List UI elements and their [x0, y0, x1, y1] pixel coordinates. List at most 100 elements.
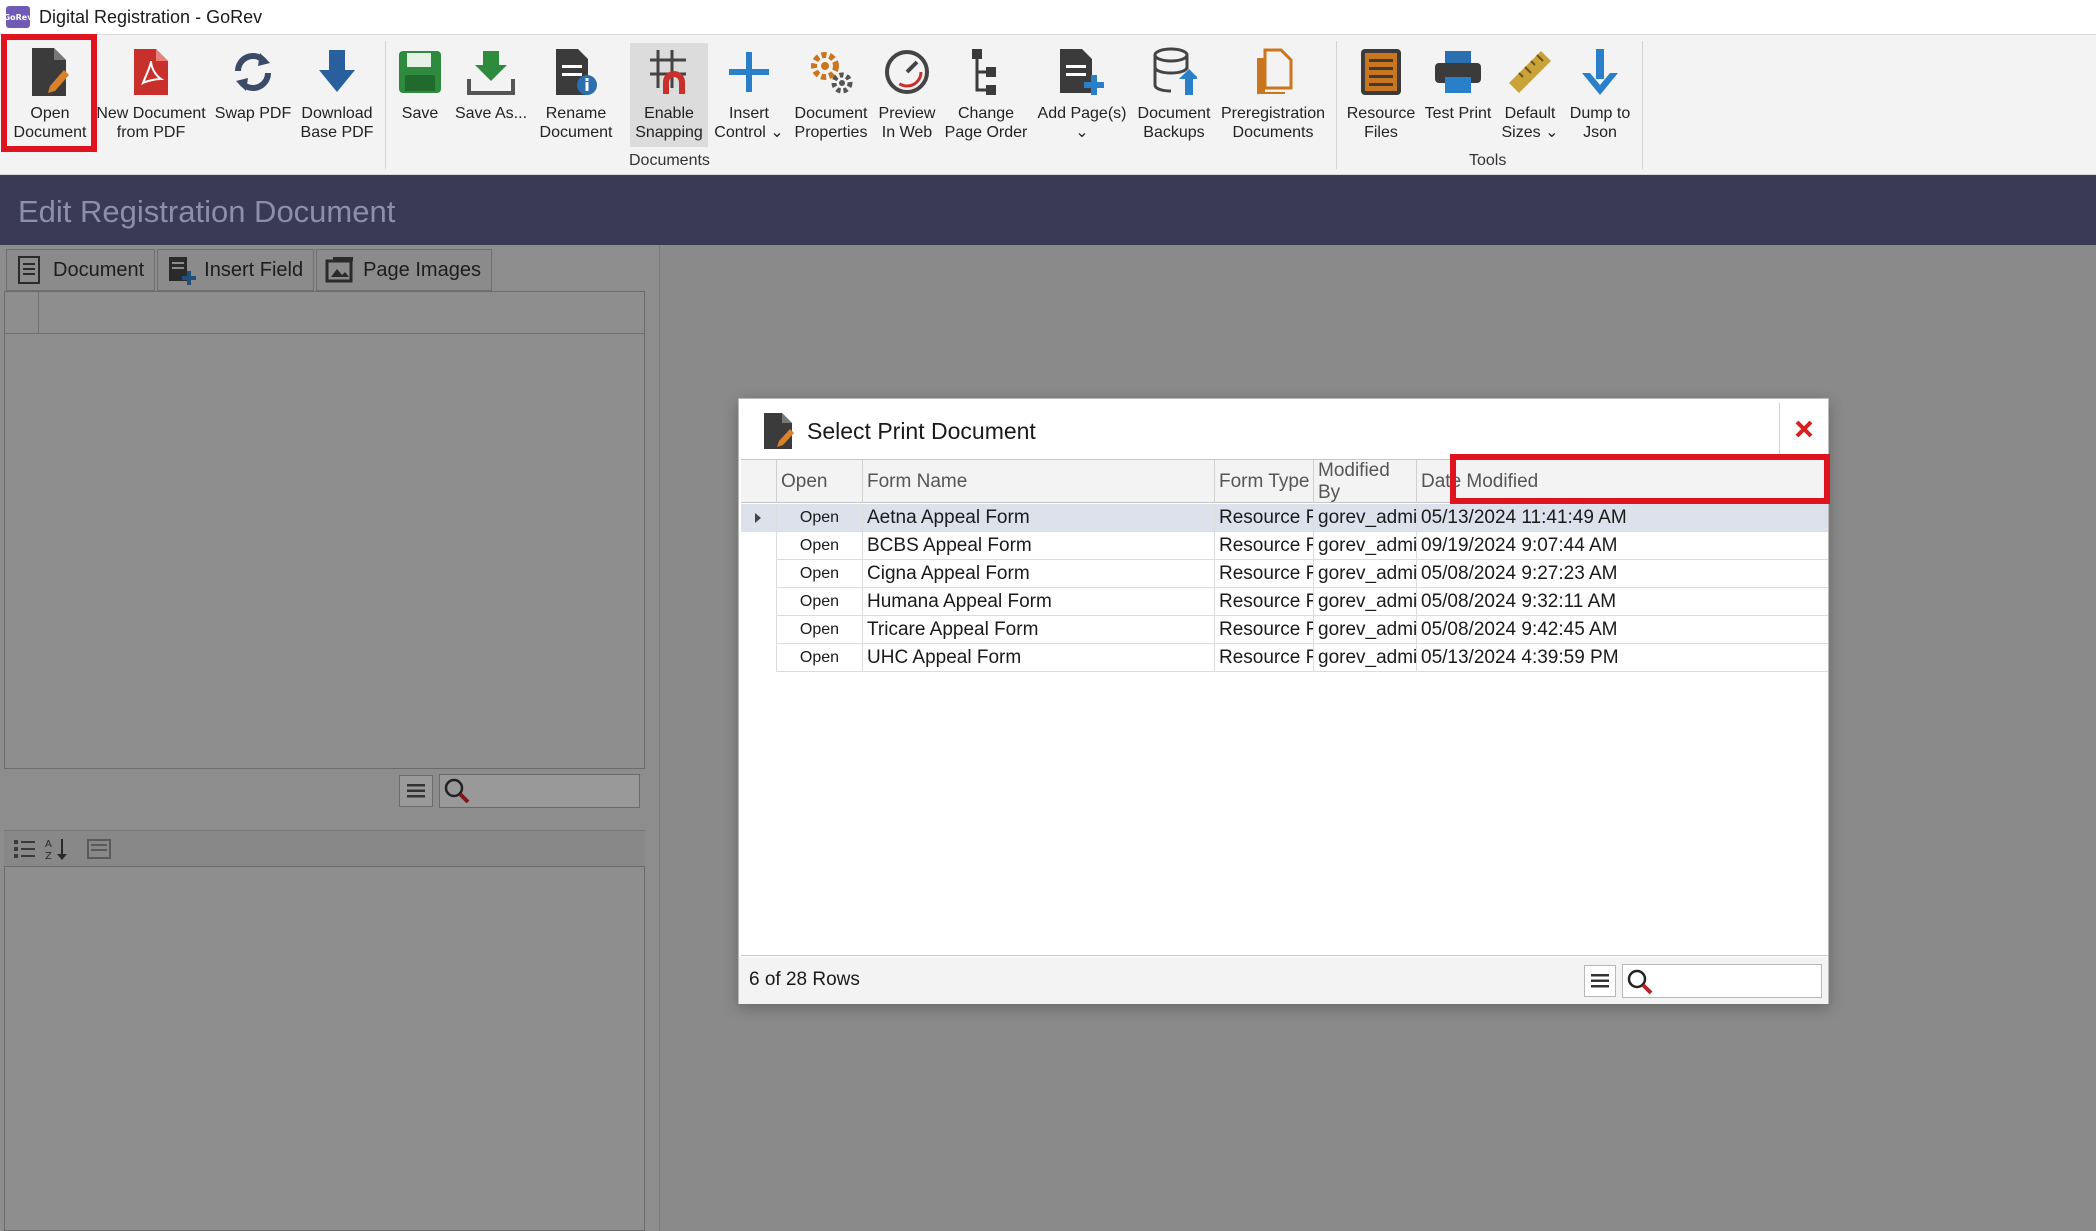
tab-insert-field[interactable]: Insert Field [157, 249, 315, 291]
property-toolbar: AZ [4, 830, 645, 866]
gauge-icon [878, 43, 936, 101]
dump-to-json-button[interactable]: Dump to Json [1566, 43, 1634, 147]
rename-document-button[interactable]: Rename Document [534, 43, 618, 147]
close-icon [1795, 420, 1812, 438]
left-panel-grid [4, 291, 645, 769]
swap-pdf-button[interactable]: Swap PDF [212, 43, 294, 147]
page-title: Edit Registration Document [18, 194, 396, 229]
new-document-from-pdf-button[interactable]: New Document from PDF [96, 43, 206, 147]
form-name-cell: Tricare Appeal Form [862, 616, 1214, 644]
ribbon-group-tools: Tools [1469, 152, 1507, 169]
dialog-title-bar: Select Print Document [761, 411, 1036, 451]
modified-by-cell: gorev_admin [1313, 616, 1416, 644]
resource-files-button[interactable]: Resource Files [1344, 43, 1418, 147]
tab-document[interactable]: Document [6, 249, 156, 291]
ruler-icon [1501, 43, 1559, 101]
default-sizes-button[interactable]: Default Sizes ⌄ [1498, 43, 1562, 147]
search-icon [444, 778, 470, 804]
form-type-cell: Resource Files [1214, 560, 1313, 588]
table-row[interactable]: Open Humana Appeal Form Resource Files g… [741, 588, 1828, 616]
left-panel-menu-button[interactable] [399, 775, 433, 807]
row-count: 6 of 28 Rows [749, 969, 860, 990]
columns-highlight [1450, 454, 1830, 504]
dialog-close-button[interactable] [1779, 403, 1827, 455]
table-row[interactable]: Open Tricare Appeal Form Resource Files … [741, 616, 1828, 644]
grid-menu-button[interactable] [1584, 965, 1616, 997]
form-type-cell: Resource Files [1214, 644, 1313, 672]
download-icon [308, 43, 366, 101]
modified-by-cell: gorev_admin [1313, 644, 1416, 672]
hamburger-icon [1591, 974, 1609, 988]
column-header-form-type[interactable]: Form Type [1214, 460, 1313, 503]
column-header-modified-by[interactable]: Modified By [1313, 460, 1416, 503]
document-properties-button[interactable]: Document Properties [790, 43, 872, 147]
open-row-button[interactable]: Open [776, 560, 862, 588]
add-pages-button[interactable]: Add Page(s) ⌄ [1034, 43, 1130, 147]
form-type-cell: Resource Files [1214, 588, 1313, 616]
title-bar: GoRev Digital Registration - GoRev [0, 0, 2096, 35]
open-row-button[interactable]: Open [776, 616, 862, 644]
property-pages-icon[interactable] [86, 837, 112, 861]
column-header-form-name[interactable]: Form Name [862, 460, 1214, 503]
save-as-button[interactable]: Save As... [452, 43, 530, 147]
left-panel-search-input[interactable] [439, 774, 640, 808]
page-header: Edit Registration Document [0, 175, 2096, 245]
open-row-button[interactable]: Open [776, 532, 862, 560]
date-modified-cell: 05/08/2024 9:27:23 AM [1416, 560, 1828, 588]
save-as-icon [462, 43, 520, 101]
grid-search-input[interactable] [1622, 964, 1822, 998]
preview-in-web-button[interactable]: Preview In Web [876, 43, 938, 147]
ribbon-separator [1336, 41, 1337, 169]
enable-snapping-button[interactable]: Enable Snapping [630, 43, 708, 147]
tab-page-images[interactable]: Page Images [316, 249, 492, 291]
table-row[interactable]: Open UHC Appeal Form Resource Files gore… [741, 644, 1828, 672]
app-logo-icon: GoRev [4, 6, 32, 28]
copy-icon [1244, 43, 1302, 101]
ribbon-separator [385, 41, 386, 169]
svg-text:A: A [45, 839, 52, 850]
table-row[interactable]: Open Cigna Appeal Form Resource Files go… [741, 560, 1828, 588]
open-row-button[interactable]: Open [776, 504, 862, 532]
add-page-icon [1053, 43, 1111, 101]
property-grid [4, 866, 645, 1231]
test-print-button[interactable]: Test Print [1422, 43, 1494, 147]
insert-field-icon [169, 257, 197, 285]
ribbon-group-documents: Documents [629, 152, 710, 169]
table-row[interactable]: Open BCBS Appeal Form Resource Files gor… [741, 532, 1828, 560]
form-type-cell: Resource Files [1214, 532, 1313, 560]
swap-icon [224, 43, 282, 101]
dialog-footer: 6 of 28 Rows [739, 957, 1828, 1004]
list-icon [1352, 43, 1410, 101]
form-type-cell: Resource Files [1214, 504, 1313, 532]
table-row[interactable]: Open Aetna Appeal Form Resource Files go… [741, 504, 1828, 532]
open-document-highlight [1, 34, 97, 152]
categorized-icon[interactable] [12, 837, 38, 861]
change-page-order-button[interactable]: Change Page Order [942, 43, 1030, 147]
document-icon [18, 256, 40, 284]
sort-az-icon[interactable]: AZ [44, 836, 70, 862]
form-name-cell: UHC Appeal Form [862, 644, 1214, 672]
modified-by-cell: gorev_admin [1313, 588, 1416, 616]
database-icon [1145, 43, 1203, 101]
hamburger-icon [407, 784, 425, 798]
open-row-button[interactable]: Open [776, 644, 862, 672]
modified-by-cell: gorev_admin [1313, 504, 1416, 532]
plus-icon [720, 43, 778, 101]
modified-by-cell: gorev_admin [1313, 560, 1416, 588]
download-base-pdf-button[interactable]: Download Base PDF [298, 43, 376, 147]
dialog-title: Select Print Document [807, 417, 1036, 444]
svg-text:Z: Z [45, 851, 52, 862]
insert-control-button[interactable]: Insert Control ⌄ [712, 43, 786, 147]
save-icon [391, 43, 449, 101]
document-backups-button[interactable]: Document Backups [1134, 43, 1214, 147]
date-modified-cell: 05/08/2024 9:32:11 AM [1416, 588, 1828, 616]
left-grid-header [5, 292, 644, 334]
column-header-open[interactable]: Open [776, 460, 862, 503]
open-row-button[interactable]: Open [776, 588, 862, 616]
form-name-cell: Humana Appeal Form [862, 588, 1214, 616]
current-row-indicator-icon [755, 513, 761, 523]
form-name-cell: Cigna Appeal Form [862, 560, 1214, 588]
form-type-cell: Resource Files [1214, 616, 1313, 644]
save-button[interactable]: Save [392, 43, 448, 147]
preregistration-documents-button[interactable]: Preregistration Documents [1218, 43, 1328, 147]
